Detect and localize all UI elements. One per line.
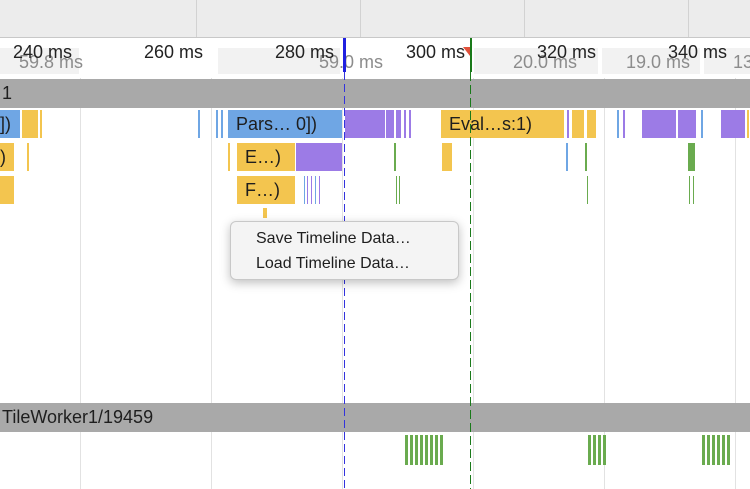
flame-sliver[interactable] <box>623 110 625 138</box>
flame-sliver[interactable] <box>228 143 230 171</box>
raster-tile-event[interactable] <box>415 435 418 465</box>
flame-event-scripting[interactable]: ) <box>0 143 14 171</box>
time-ruler[interactable]: 59.8 ms 59.0 ms 20.0 ms 19.0 ms 13 240 m… <box>0 38 750 78</box>
raster-tile-event[interactable] <box>727 435 730 465</box>
raster-tile-event[interactable] <box>593 435 596 465</box>
flame-sliver[interactable] <box>221 110 223 138</box>
flame-event-evaluate-script[interactable]: Eval…s:1) <box>441 110 564 138</box>
main-thread-header[interactable]: 1 <box>0 79 750 108</box>
ruler-tick-label: 240 ms <box>12 42 72 62</box>
context-menu: Save Timeline Data… Load Timeline Data… <box>230 221 459 280</box>
ruler-tick-label: 280 ms <box>274 42 334 62</box>
first-paint-line <box>470 72 471 489</box>
ruler-tick-label: 300 ms <box>405 42 465 62</box>
raster-tile-event[interactable] <box>425 435 428 465</box>
flame-event-rendering[interactable] <box>296 143 342 171</box>
dom-content-loaded-marker <box>343 38 346 72</box>
flame-event-scripting[interactable] <box>0 176 14 204</box>
flame-event-rendering[interactable] <box>642 110 676 138</box>
raster-tile-event[interactable] <box>430 435 433 465</box>
flame-event-rendering[interactable] <box>386 110 394 138</box>
first-paint-marker <box>470 38 472 72</box>
raster-tile-event[interactable] <box>722 435 725 465</box>
dom-content-loaded-line <box>344 72 345 489</box>
overview-divider <box>196 0 197 37</box>
raster-tile-event[interactable] <box>712 435 715 465</box>
raster-tile-event[interactable] <box>420 435 423 465</box>
flame-sliver[interactable] <box>396 176 397 204</box>
flame-event-loading[interactable]: ]) <box>0 110 20 138</box>
raster-tile-event[interactable] <box>435 435 438 465</box>
flame-event-scripting[interactable] <box>442 143 452 171</box>
raster-tile-event[interactable] <box>702 435 705 465</box>
ruler-tick-label: 340 ms <box>667 42 727 62</box>
raster-tile-event[interactable] <box>717 435 720 465</box>
flame-sliver[interactable] <box>585 143 587 171</box>
flame-sliver[interactable] <box>566 143 568 171</box>
raster-tile-event[interactable] <box>588 435 591 465</box>
flame-event-scripting[interactable] <box>587 110 596 138</box>
raster-tile-event[interactable] <box>410 435 413 465</box>
flame-sliver[interactable] <box>216 110 218 138</box>
flame-sliver[interactable] <box>307 176 308 204</box>
flame-sliver[interactable] <box>689 176 690 204</box>
overview-divider <box>524 0 525 37</box>
ruler-tick-label: 320 ms <box>536 42 596 62</box>
flame-sliver[interactable] <box>394 143 396 171</box>
raster-tile-event[interactable] <box>603 435 606 465</box>
flame-event-scripting[interactable]: F…) <box>237 176 295 204</box>
flame-event-rendering[interactable] <box>396 110 401 138</box>
flame-sliver[interactable] <box>747 110 749 138</box>
menu-item-load-timeline-data[interactable]: Load Timeline Data… <box>231 251 458 276</box>
flame-event-painting[interactable] <box>688 143 695 171</box>
flame-event-rendering[interactable] <box>721 110 745 138</box>
flame-sliver[interactable] <box>587 176 588 204</box>
flame-event-rendering[interactable] <box>345 110 385 138</box>
flame-sliver[interactable] <box>399 176 400 204</box>
flame-event-scripting[interactable] <box>572 110 584 138</box>
flame-sliver[interactable] <box>304 176 305 204</box>
flame-event-rendering[interactable] <box>678 110 696 138</box>
flame-sliver[interactable] <box>198 110 200 138</box>
flame-sliver[interactable] <box>617 110 619 138</box>
raster-tile-event[interactable] <box>598 435 601 465</box>
load-event-flag-icon <box>463 47 470 56</box>
overview-divider <box>360 0 361 37</box>
raster-tile-event[interactable] <box>405 435 408 465</box>
flame-sliver[interactable] <box>263 208 267 218</box>
flame-sliver[interactable] <box>701 110 703 138</box>
flame-event-scripting[interactable]: E…) <box>237 143 295 171</box>
timeline-overview[interactable] <box>0 0 750 38</box>
flame-sliver[interactable] <box>409 110 411 138</box>
flame-sliver[interactable] <box>319 176 320 204</box>
flame-sliver[interactable] <box>567 110 569 138</box>
flame-sliver[interactable] <box>404 110 406 138</box>
overview-divider <box>688 0 689 37</box>
ruler-tick-label: 260 ms <box>143 42 203 62</box>
flame-sliver[interactable] <box>40 110 42 138</box>
menu-item-save-timeline-data[interactable]: Save Timeline Data… <box>231 226 458 251</box>
raster-tile-event[interactable] <box>707 435 710 465</box>
raster-tile-event[interactable] <box>440 435 443 465</box>
flame-sliver[interactable] <box>315 176 316 204</box>
flame-sliver[interactable] <box>693 176 694 204</box>
flame-event-scripting[interactable] <box>22 110 38 138</box>
raster-thread-header[interactable]: TileWorker1/19459 <box>0 403 750 432</box>
flame-event-parse-html[interactable]: Pars… 0]) <box>228 110 342 138</box>
flame-sliver[interactable] <box>27 143 29 171</box>
flame-sliver[interactable] <box>311 176 312 204</box>
frame-duration-label: 13 <box>732 52 750 72</box>
